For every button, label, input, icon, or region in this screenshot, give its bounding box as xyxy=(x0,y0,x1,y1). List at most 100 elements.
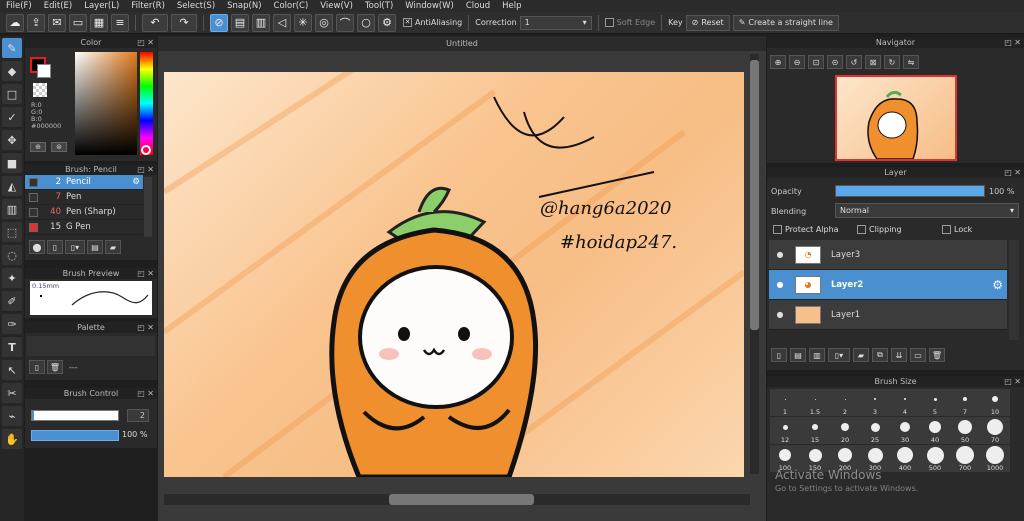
zoom-in-icon[interactable]: ⊕ xyxy=(770,55,786,69)
brush-size-cell[interactable]: 40 xyxy=(920,417,950,444)
folder-icon[interactable]: ▰ xyxy=(105,240,121,254)
close-icon[interactable]: ◰ ✕ xyxy=(1004,37,1021,48)
brush-tool-icon[interactable]: ⬤ xyxy=(29,240,45,254)
operation-tool-icon[interactable]: ↖ xyxy=(2,360,22,380)
fit-icon[interactable]: ⊡ xyxy=(808,55,824,69)
snap-curve-icon[interactable]: ⌒ xyxy=(336,13,354,32)
vertical-scrollbar-track[interactable] xyxy=(750,54,759,474)
brush-item-pencil[interactable]: 2 Pencil ⚙ xyxy=(25,175,143,190)
correction-select[interactable]: 1 ▾ xyxy=(519,15,592,30)
menu-help[interactable]: Help xyxy=(496,1,527,11)
merge-down-icon[interactable]: ⇊ xyxy=(891,348,907,362)
menu-file[interactable]: File(F) xyxy=(0,1,38,11)
hue-slider[interactable] xyxy=(140,52,153,155)
select-rect-icon[interactable]: ⬚ xyxy=(2,222,22,242)
flip-icon[interactable]: ⇋ xyxy=(903,55,919,69)
layer-row-layer2[interactable]: ● ◕ Layer2 ⚙ xyxy=(769,270,1007,300)
brush-size-cell[interactable]: 3 xyxy=(860,389,890,416)
divide-tool-icon[interactable]: ✂ xyxy=(2,383,22,403)
brush-size-cell[interactable]: 25 xyxy=(860,417,890,444)
brush-item-g-pen[interactable]: 15 G Pen xyxy=(25,220,143,235)
new-layer-1bit-icon[interactable]: ▥ xyxy=(809,348,825,362)
close-icon[interactable]: ◰ ✕ xyxy=(137,388,154,399)
clipping-checkbox[interactable]: Clipping xyxy=(857,225,902,234)
text-tool-icon[interactable]: T xyxy=(2,337,22,357)
antialiasing-checkbox[interactable]: ✕ AntiAliasing xyxy=(403,18,462,27)
zoom-reset-icon[interactable]: ⊝ xyxy=(827,55,843,69)
vertical-scrollbar-thumb[interactable] xyxy=(750,60,759,330)
redo-button[interactable]: ↷ xyxy=(171,13,197,32)
menu-edit[interactable]: Edit(E) xyxy=(38,1,78,11)
trash-icon[interactable]: 🗑 xyxy=(929,348,945,362)
close-icon[interactable]: ◰ ✕ xyxy=(137,37,154,48)
brush-size-cell[interactable]: 4 xyxy=(890,389,920,416)
secondary-color-swatch[interactable] xyxy=(37,64,51,78)
clear-layer-icon[interactable]: ▭ xyxy=(910,348,926,362)
menu-snap[interactable]: Snap(N) xyxy=(221,1,267,11)
select-pen-icon[interactable]: ✐ xyxy=(2,291,22,311)
protect-alpha-checkbox[interactable]: Protect Alpha xyxy=(773,225,839,234)
cloud-icon[interactable]: ☁ xyxy=(6,13,24,32)
brush-size-cell[interactable]: 2 xyxy=(830,389,860,416)
brush-size-cell[interactable]: 12 xyxy=(770,417,800,444)
opacity-slider[interactable] xyxy=(835,185,985,197)
menu-color[interactable]: Color(C) xyxy=(268,1,315,11)
new-brush-icon[interactable]: ▯ xyxy=(47,240,63,254)
trash-icon[interactable]: 🗑 xyxy=(47,360,63,374)
blending-select[interactable]: Normal ▾ xyxy=(835,203,1019,218)
snap-radial-icon[interactable]: ✳ xyxy=(294,13,312,32)
add-brush-icon[interactable]: ▯▾ xyxy=(65,240,85,254)
brush-size-cell[interactable]: 7 xyxy=(950,389,980,416)
rotate-right-icon[interactable]: ↻ xyxy=(884,55,900,69)
visibility-icon[interactable]: ● xyxy=(769,310,791,319)
snap-off-icon[interactable]: ⊘ xyxy=(210,13,228,32)
close-icon[interactable]: ◰ ✕ xyxy=(1004,376,1021,387)
brush-size-cell[interactable]: 15 xyxy=(800,417,830,444)
color-settings-icon[interactable]: ⊛ xyxy=(51,142,67,152)
brush-size-slider[interactable] xyxy=(31,410,119,421)
menu-cloud[interactable]: Cloud xyxy=(460,1,496,11)
brush-file-icon[interactable]: ▤ xyxy=(87,240,103,254)
close-icon[interactable]: ◰ ✕ xyxy=(137,322,154,333)
layer-scrollbar[interactable] xyxy=(1009,240,1019,340)
snap-settings-icon[interactable]: ⚙ xyxy=(378,13,396,32)
menu-filter[interactable]: Filter(R) xyxy=(125,1,171,11)
snap-circle-icon[interactable]: ○ xyxy=(357,13,375,32)
menu-tool[interactable]: Tool(T) xyxy=(359,1,399,11)
brush-list-scrollbar[interactable] xyxy=(144,177,152,237)
zoom-out-icon[interactable]: ⊖ xyxy=(789,55,805,69)
document-tab[interactable]: Untitled xyxy=(158,36,766,51)
close-icon[interactable]: ◰ ✕ xyxy=(137,164,154,175)
rotate-left-icon[interactable]: ↺ xyxy=(846,55,862,69)
saturation-value-picker[interactable] xyxy=(75,52,137,155)
move-tool-icon[interactable]: ✥ xyxy=(2,130,22,150)
layer-row-layer3[interactable]: ● ◔ Layer3 xyxy=(769,240,1007,270)
brush-size-cell[interactable]: 30 xyxy=(890,417,920,444)
menu-view[interactable]: View(V) xyxy=(314,1,359,11)
magic-wand-icon[interactable]: ✦ xyxy=(2,268,22,288)
grid-icon[interactable]: ▦ xyxy=(90,13,108,32)
gear-icon[interactable]: ⚙ xyxy=(992,278,1003,292)
lock-checkbox[interactable]: Lock xyxy=(942,225,972,234)
brush-item-pen[interactable]: 7 Pen xyxy=(25,190,143,205)
brush-tool-icon[interactable]: ✎ xyxy=(2,38,22,58)
export-icon[interactable]: ⇪ xyxy=(27,13,45,32)
magic-brush-icon[interactable]: ✓ xyxy=(2,107,22,127)
brush-size-value[interactable]: 2 xyxy=(127,409,149,422)
soft-edge-checkbox[interactable]: Soft Edge xyxy=(604,18,655,27)
brush-size-cell[interactable]: 10 xyxy=(980,389,1010,416)
hand-tool-icon[interactable]: ✋ xyxy=(2,429,22,449)
new-palette-icon[interactable]: ▯ xyxy=(29,360,45,374)
straight-line-button[interactable]: ✎ Create a straight line xyxy=(732,14,839,31)
eraser-tool-icon[interactable]: ◆ xyxy=(2,61,22,81)
visibility-icon[interactable]: ● xyxy=(769,280,791,289)
brush-size-cell[interactable]: 1.5 xyxy=(800,389,830,416)
reset-button[interactable]: ⊘ Reset xyxy=(685,14,730,31)
new-layer-8bit-icon[interactable]: ▤ xyxy=(790,348,806,362)
close-icon[interactable]: ◰ ✕ xyxy=(1004,167,1021,178)
eyedropper-tool-icon[interactable]: ⌁ xyxy=(2,406,22,426)
brush-size-cell[interactable]: 70 xyxy=(980,417,1010,444)
snap-vanishing-icon[interactable]: ◁ xyxy=(273,13,291,32)
horizontal-scrollbar-track[interactable] xyxy=(164,494,750,505)
menu-select[interactable]: Select(S) xyxy=(171,1,221,11)
